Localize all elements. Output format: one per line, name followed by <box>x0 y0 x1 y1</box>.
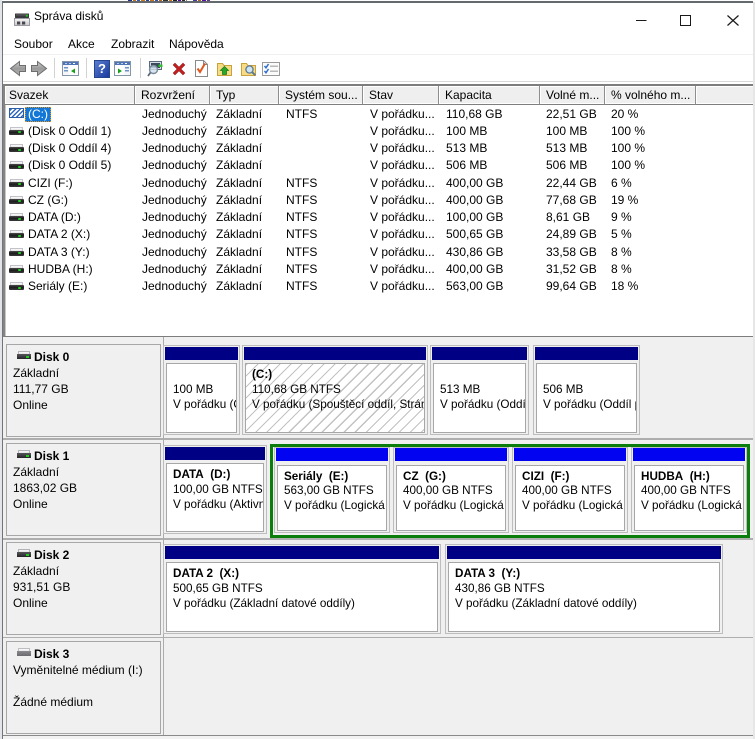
svg-text:?: ? <box>98 61 106 76</box>
